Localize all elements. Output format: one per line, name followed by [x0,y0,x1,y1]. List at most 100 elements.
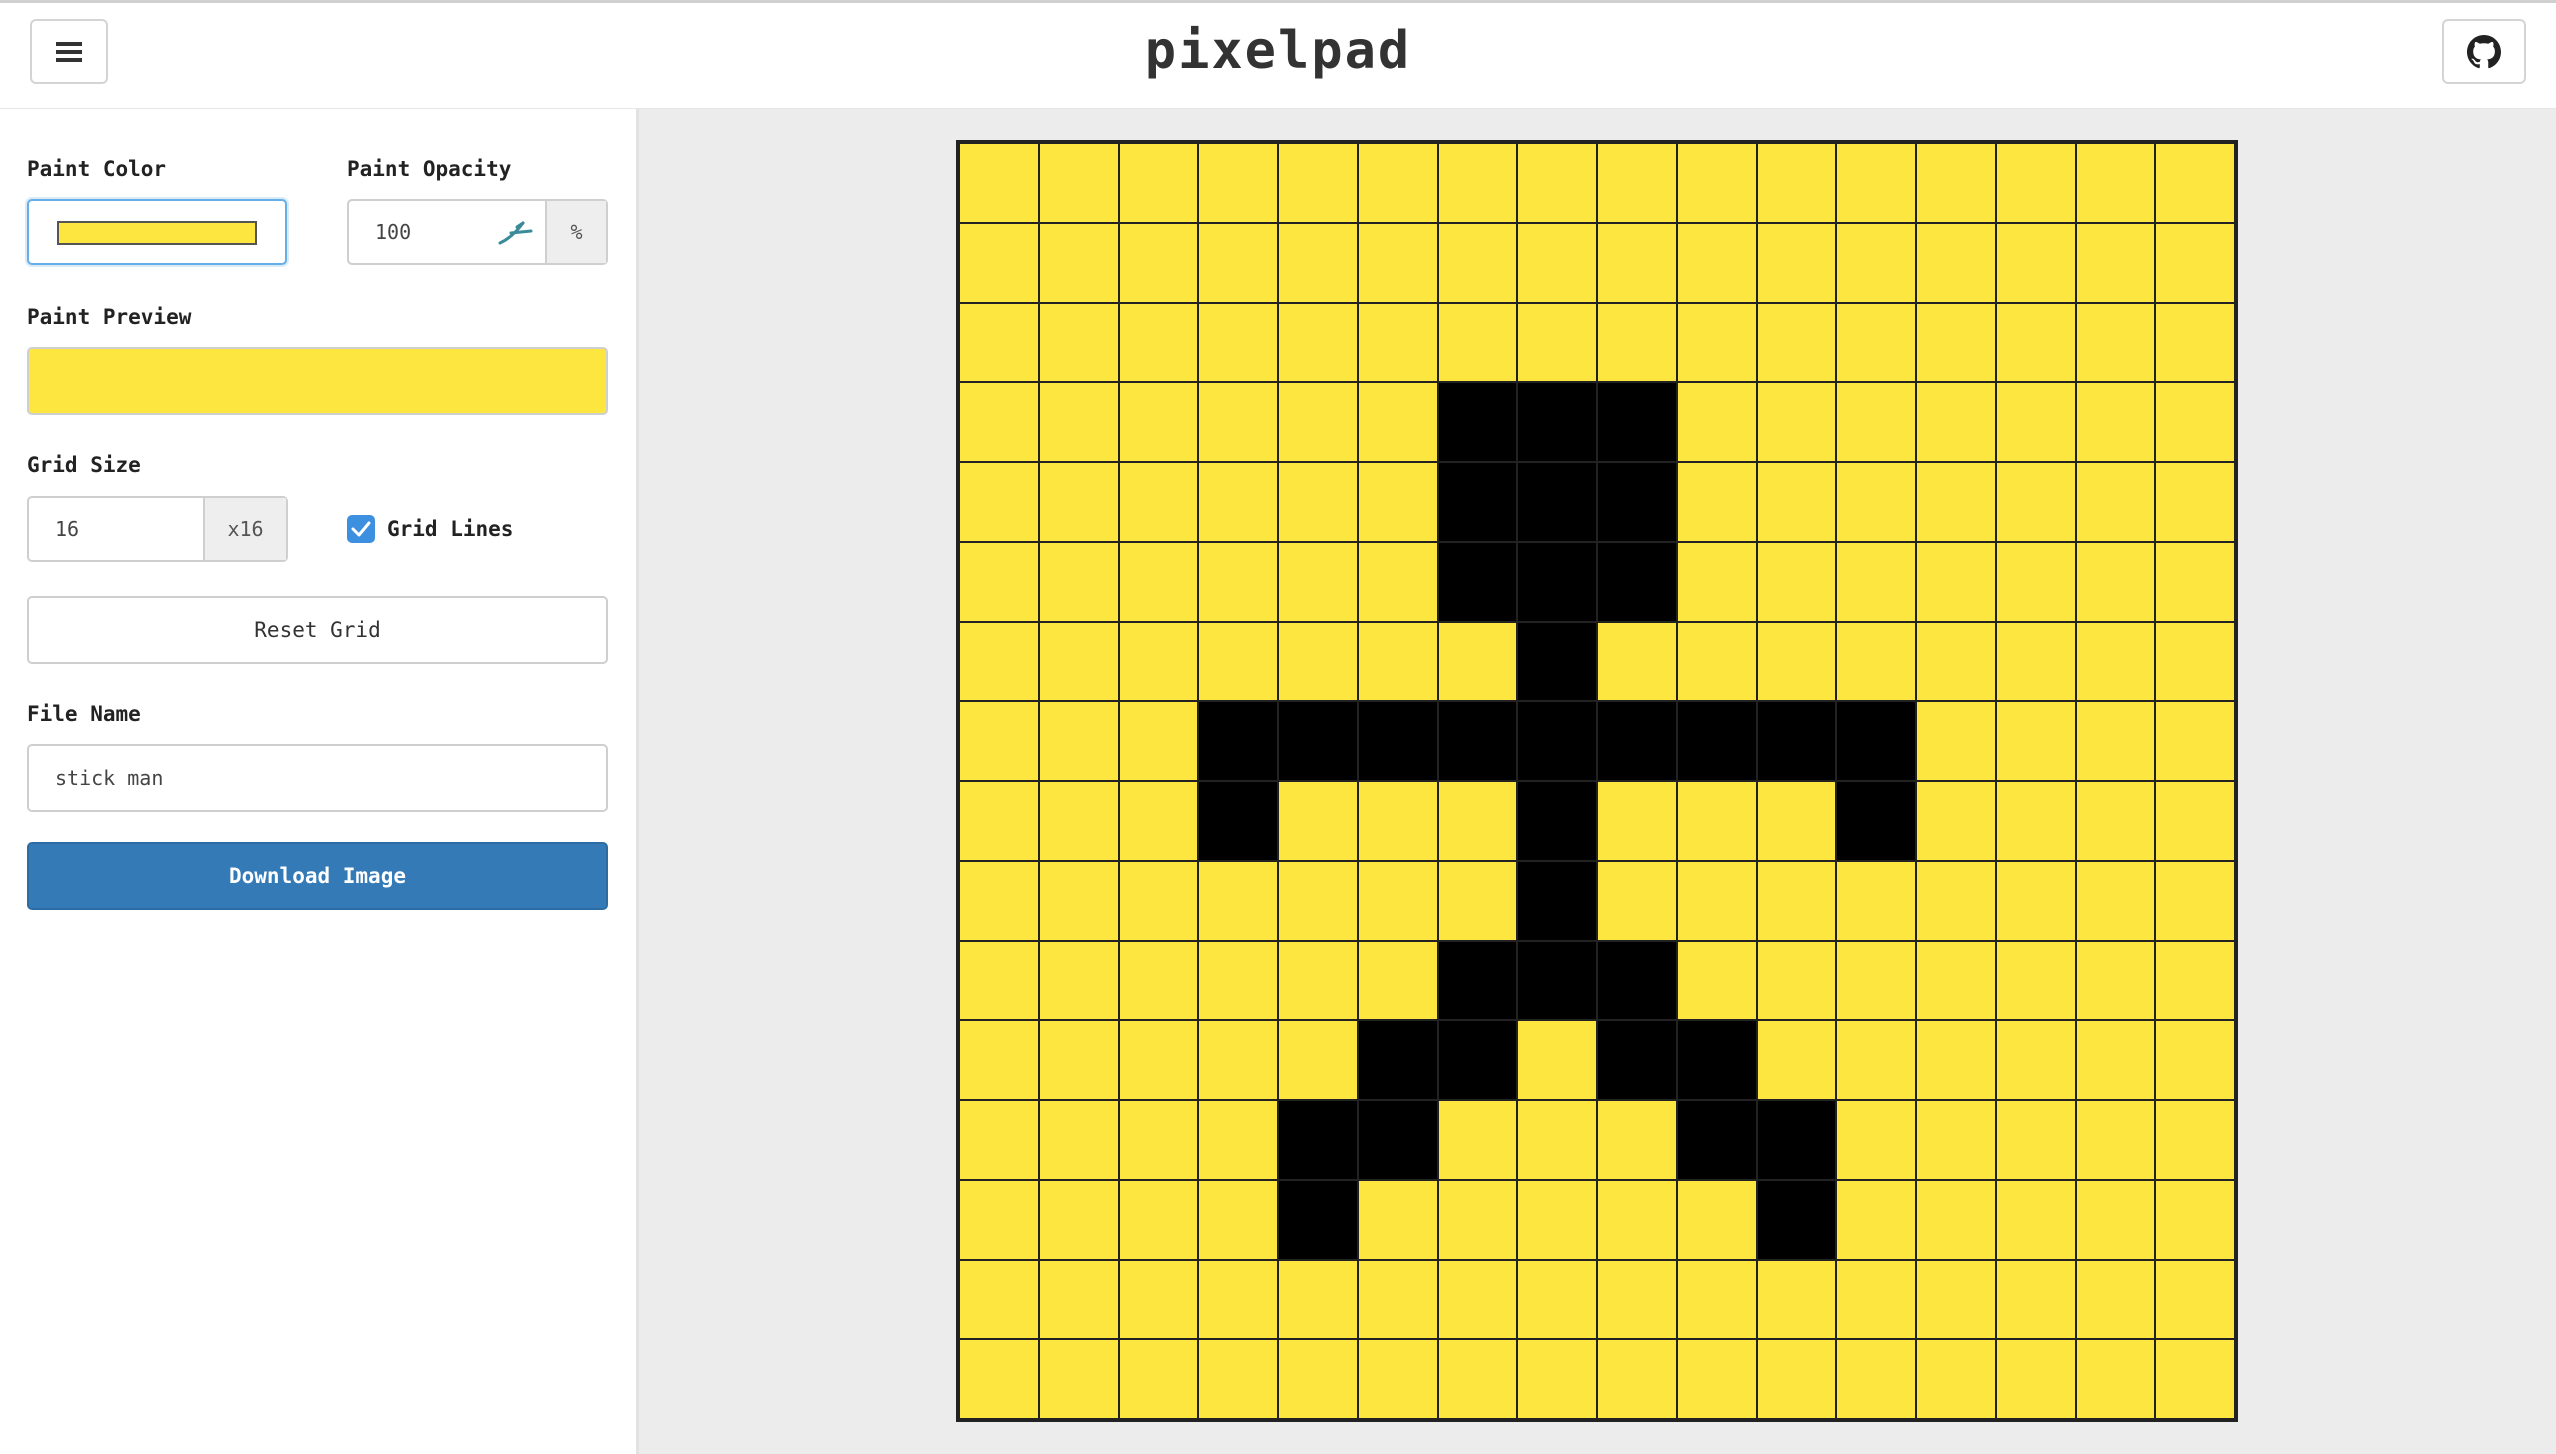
pixel-cell[interactable] [1199,383,1277,461]
pixel-cell[interactable] [1518,542,1596,621]
pixel-cell[interactable] [1279,702,1357,780]
pixel-cell[interactable] [1757,303,1836,382]
pixel-cell[interactable] [1039,861,1118,940]
pixel-cell[interactable] [1677,463,1756,541]
pixel-cell[interactable] [1598,303,1676,382]
pixel-cell[interactable] [1039,782,1118,860]
pixel-cell[interactable] [960,1340,1038,1418]
pixel-cell[interactable] [1837,1180,1915,1259]
pixel-cell[interactable] [960,1021,1038,1099]
pixel-cell[interactable] [1837,622,1915,701]
pixel-cell[interactable] [1438,1021,1517,1099]
pixel-cell[interactable] [1518,223,1596,302]
pixel-cell[interactable] [1438,1340,1517,1418]
pixel-cell[interactable] [2156,1260,2234,1339]
pixel-cell[interactable] [1996,463,2075,541]
pixel-cell[interactable] [1598,702,1676,780]
pixel-cell[interactable] [2076,144,2155,222]
pixel-cell[interactable] [1358,303,1437,382]
pixel-cell[interactable] [1039,941,1118,1020]
pixel-cell[interactable] [1837,463,1915,541]
pixel-cell[interactable] [960,463,1038,541]
pixel-cell[interactable] [1518,1180,1596,1259]
pixel-cell[interactable] [1598,941,1676,1020]
pixel-cell[interactable] [1996,1340,2075,1418]
pixel-cell[interactable] [1438,622,1517,701]
paint-color-picker[interactable] [27,199,287,265]
pixel-cell[interactable] [1837,702,1915,780]
pixel-cell[interactable] [1279,782,1357,860]
pixel-cell[interactable] [1279,941,1357,1020]
pixel-cell[interactable] [1039,542,1118,621]
pixel-cell[interactable] [1598,463,1676,541]
pixel-cell[interactable] [1996,702,2075,780]
pixel-cell[interactable] [1438,1180,1517,1259]
pixel-cell[interactable] [1917,542,1995,621]
pixel-cell[interactable] [1119,1180,1198,1259]
pixel-cell[interactable] [2156,463,2234,541]
pixel-cell[interactable] [1039,144,1118,222]
pixel-cell[interactable] [1677,941,1756,1020]
pixel-cell[interactable] [1119,1340,1198,1418]
pixel-cell[interactable] [1279,1101,1357,1179]
pixel-cell[interactable] [1837,1260,1915,1339]
pixel-cell[interactable] [1598,542,1676,621]
pixel-cell[interactable] [960,542,1038,621]
pixel-cell[interactable] [1677,383,1756,461]
pixel-cell[interactable] [1119,861,1198,940]
pixel-cell[interactable] [1757,1021,1836,1099]
pixel-cell[interactable] [1677,1340,1756,1418]
pixel-cell[interactable] [1757,941,1836,1020]
pixel-cell[interactable] [1837,941,1915,1020]
pixel-cell[interactable] [1039,223,1118,302]
opacity-stepper-icon[interactable] [497,219,539,247]
pixel-cell[interactable] [1757,1340,1836,1418]
pixel-cell[interactable] [1917,1101,1995,1179]
pixel-cell[interactable] [1119,622,1198,701]
pixel-cell[interactable] [1996,542,2075,621]
pixel-cell[interactable] [1518,1340,1596,1418]
pixel-cell[interactable] [1996,303,2075,382]
pixel-cell[interactable] [1358,463,1437,541]
pixel-cell[interactable] [1677,782,1756,860]
pixel-cell[interactable] [1677,1180,1756,1259]
pixel-cell[interactable] [1358,144,1437,222]
pixel-cell[interactable] [2156,782,2234,860]
pixel-cell[interactable] [1039,702,1118,780]
pixel-cell[interactable] [2076,383,2155,461]
pixel-cell[interactable] [1518,144,1596,222]
pixel-cell[interactable] [1598,622,1676,701]
pixel-cell[interactable] [1677,1260,1756,1339]
pixel-cell[interactable] [1598,144,1676,222]
pixel-cell[interactable] [1358,1180,1437,1259]
pixel-cell[interactable] [1917,1260,1995,1339]
pixel-cell[interactable] [1358,861,1437,940]
pixel-cell[interactable] [1438,463,1517,541]
pixel-cell[interactable] [960,303,1038,382]
file-name-input[interactable]: stick man [55,746,163,810]
pixel-cell[interactable] [2076,622,2155,701]
pixel-cell[interactable] [1199,144,1277,222]
pixel-cell[interactable] [1039,383,1118,461]
pixel-cell[interactable] [2156,1021,2234,1099]
pixel-cell[interactable] [1279,622,1357,701]
pixel-cell[interactable] [1199,1340,1277,1418]
pixel-cell[interactable] [1438,144,1517,222]
pixel-cell[interactable] [1598,1101,1676,1179]
pixel-cell[interactable] [1279,144,1357,222]
pixel-cell[interactable] [1518,1021,1596,1099]
reset-grid-button[interactable]: Reset Grid [27,596,608,664]
pixel-cell[interactable] [2076,1260,2155,1339]
pixel-cell[interactable] [1917,861,1995,940]
pixel-cell[interactable] [1119,223,1198,302]
pixel-cell[interactable] [1996,1180,2075,1259]
pixel-cell[interactable] [1757,542,1836,621]
pixel-cell[interactable] [1917,1340,1995,1418]
pixel-cell[interactable] [1917,463,1995,541]
pixel-cell[interactable] [1996,941,2075,1020]
pixel-cell[interactable] [960,383,1038,461]
pixel-cell[interactable] [1757,383,1836,461]
pixel-cell[interactable] [1598,782,1676,860]
pixel-cell[interactable] [1757,622,1836,701]
pixel-cell[interactable] [1518,622,1596,701]
